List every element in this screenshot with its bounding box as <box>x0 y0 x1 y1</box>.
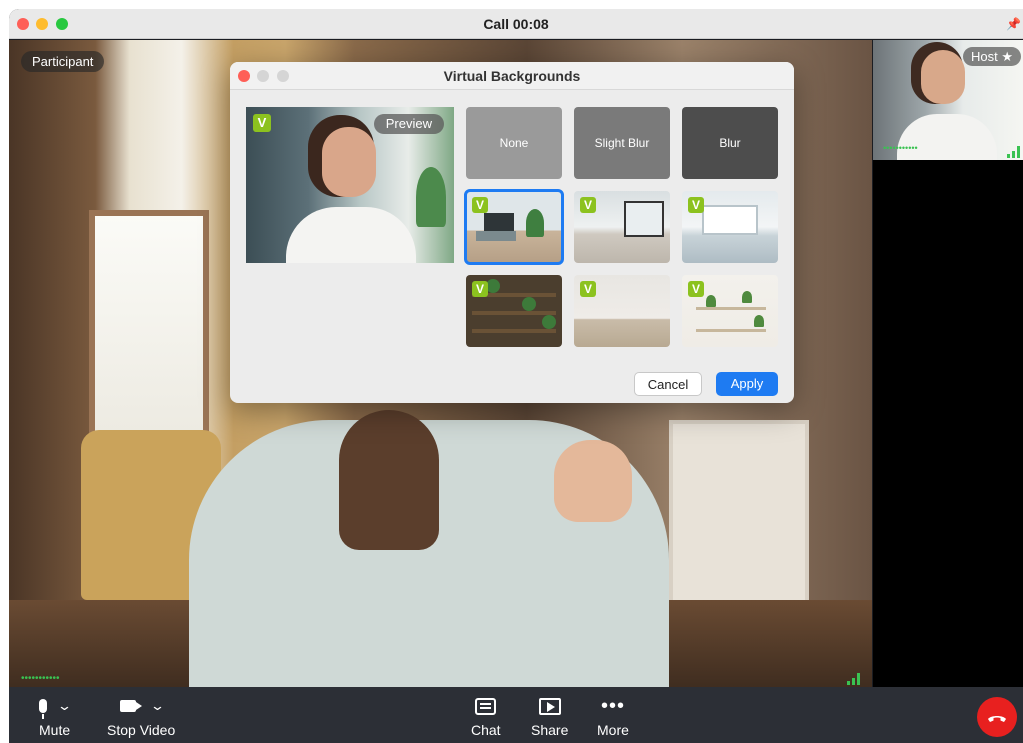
background-option-blur[interactable]: Blur <box>682 107 778 179</box>
mute-button[interactable]: ⌄ Mute <box>39 695 72 738</box>
host-head <box>921 50 965 104</box>
mute-label: Mute <box>39 722 71 738</box>
virtual-badge-icon: V <box>580 197 596 213</box>
background-option-bright-room[interactable]: V <box>682 191 778 263</box>
participant-hair <box>339 410 439 550</box>
share-screen-icon <box>538 697 561 715</box>
dialog-title: Virtual Backgrounds <box>443 68 581 84</box>
chevron-down-icon[interactable]: ⌄ <box>149 698 164 714</box>
virtual-badge-icon: V <box>472 281 488 297</box>
preview-head <box>322 127 376 197</box>
background-option-living-room[interactable]: V <box>464 189 564 265</box>
call-toolbar: ⌄ Mute ⌄ Stop Video Chat Share ••• More <box>9 687 1023 743</box>
participant-label: Participant <box>21 51 105 72</box>
more-label: More <box>597 722 629 738</box>
pin-icon[interactable]: 📌 <box>1006 17 1021 31</box>
chat-button[interactable]: Chat <box>471 695 501 738</box>
stop-video-label: Stop Video <box>107 722 176 738</box>
background-preview: V Preview <box>246 107 454 263</box>
chat-icon <box>475 697 497 715</box>
end-call-icon <box>988 716 1006 722</box>
host-signal-icon <box>1007 144 1023 158</box>
background-option-none[interactable]: None <box>466 107 562 179</box>
dialog-title-bar: Virtual Backgrounds <box>230 62 794 90</box>
host-audio-indicator: ••••••••••• <box>883 143 918 153</box>
host-label: Host ★ <box>963 47 1021 66</box>
background-option-bookshelf[interactable]: V <box>466 275 562 347</box>
end-call-button[interactable] <box>977 697 1017 737</box>
participant-signal-icon <box>847 671 863 685</box>
virtual-badge-icon: V <box>253 114 271 132</box>
stop-video-button[interactable]: ⌄ Stop Video <box>107 695 175 738</box>
preview-label: Preview <box>373 114 444 134</box>
window-title: Call 00:08 <box>483 16 549 32</box>
share-button[interactable]: Share <box>531 695 568 738</box>
microphone-icon <box>39 699 48 719</box>
background-option-slight-blur[interactable]: Slight Blur <box>574 107 670 179</box>
more-icon: ••• <box>600 695 625 717</box>
title-bar: Call 00:08 📌 <box>9 9 1023 39</box>
background-option-shelves[interactable]: V <box>682 275 778 347</box>
preview-plant <box>416 167 446 227</box>
participant-audio-indicator: ••••••••••• <box>21 673 60 684</box>
participant-hand <box>554 440 632 522</box>
virtual-badge-icon: V <box>688 281 704 297</box>
more-button[interactable]: ••• More <box>597 695 629 738</box>
virtual-badge-icon: V <box>580 281 596 297</box>
virtual-badge-icon: V <box>688 197 704 213</box>
chat-label: Chat <box>471 722 501 738</box>
host-coat <box>897 114 997 160</box>
empty-tile-area <box>873 160 1023 687</box>
background-option-loft[interactable]: V <box>574 191 670 263</box>
cancel-button[interactable]: Cancel <box>634 372 702 396</box>
virtual-backgrounds-dialog: Virtual Backgrounds V Preview None Sligh… <box>230 62 794 403</box>
camera-icon <box>119 700 142 712</box>
apply-button[interactable]: Apply <box>716 372 778 396</box>
virtual-badge-icon: V <box>472 197 488 213</box>
host-video-tile[interactable]: Host ★ ••••••••••• <box>873 40 1023 160</box>
chevron-down-icon[interactable]: ⌄ <box>57 698 72 714</box>
preview-coat <box>286 207 416 263</box>
share-label: Share <box>531 722 569 738</box>
background-option-white-brick[interactable]: V <box>574 275 670 347</box>
